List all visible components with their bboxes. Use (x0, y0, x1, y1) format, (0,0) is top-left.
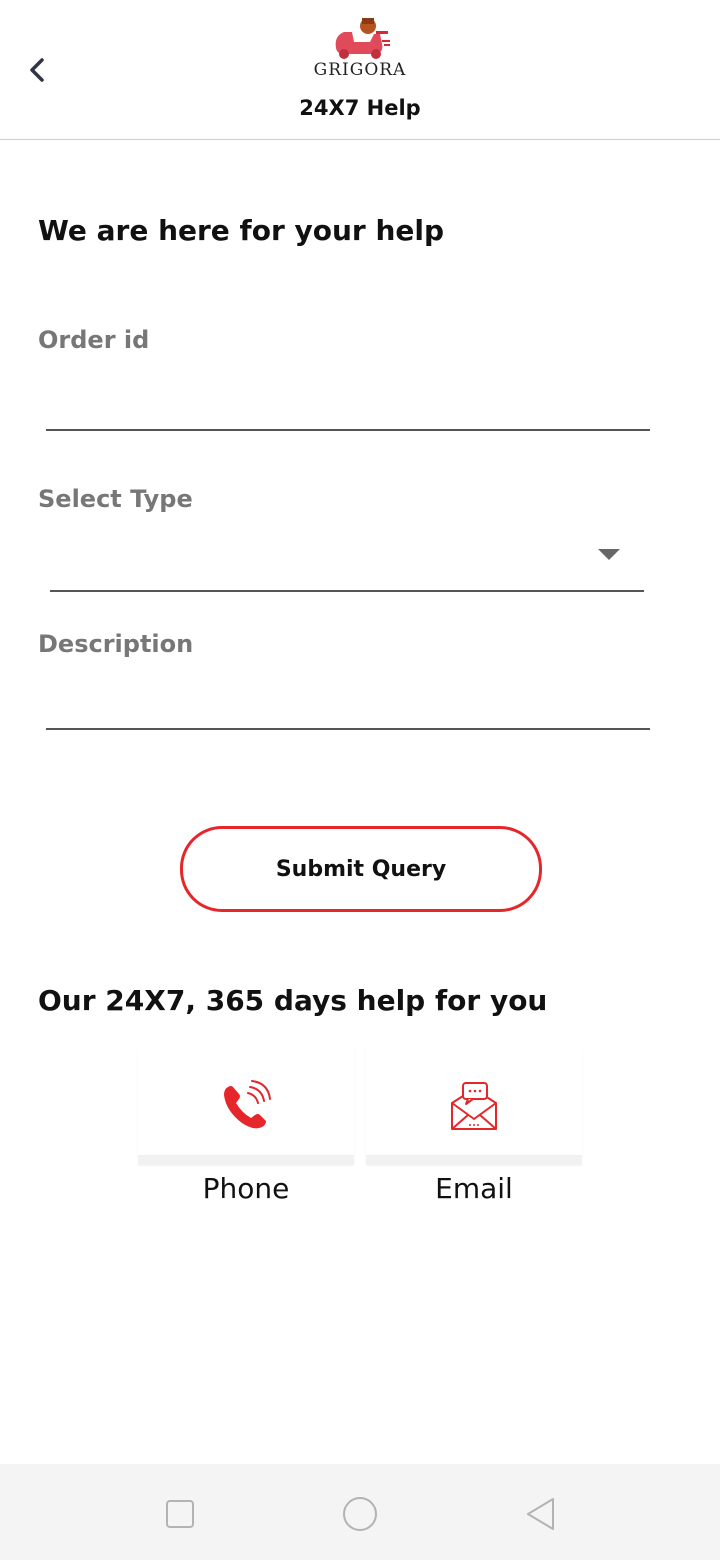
help-heading: Our 24X7, 365 days help for you (38, 984, 548, 1017)
email-icon (451, 1082, 497, 1130)
order-id-label: Order id (38, 326, 150, 354)
select-type-label: Select Type (38, 485, 193, 513)
back-triangle-icon (527, 1498, 554, 1530)
email-card[interactable] (366, 1047, 582, 1165)
home-icon (343, 1497, 377, 1531)
recent-apps-button[interactable] (157, 1491, 203, 1537)
description-underline (46, 728, 650, 730)
phone-label: Phone (202, 1172, 290, 1205)
app-header: GRIGORA 24X7 Help (0, 0, 720, 140)
order-id-input[interactable] (46, 382, 654, 428)
order-id-underline (46, 429, 650, 431)
description-input[interactable] (46, 682, 654, 726)
phone-icon (224, 1080, 271, 1129)
caret-down-icon[interactable] (598, 549, 620, 560)
chevron-left-icon (30, 58, 44, 82)
form-heading: We are here for your help (38, 214, 445, 247)
system-nav-bar (0, 1464, 720, 1560)
email-card-strip (366, 1155, 582, 1165)
home-button[interactable] (337, 1491, 383, 1537)
phone-card[interactable] (138, 1047, 354, 1165)
scooter-logo-icon (335, 18, 390, 59)
submit-query-label: Submit Query (275, 856, 447, 882)
select-type-dropdown[interactable] (50, 534, 644, 588)
recent-apps-icon (166, 1500, 194, 1528)
page-title: 24X7 Help (299, 96, 421, 120)
back-button[interactable] (18, 50, 58, 90)
grigora-logo: GRIGORA (310, 14, 410, 84)
submit-query-button[interactable]: Submit Query (180, 826, 542, 912)
description-label: Description (38, 630, 194, 658)
select-type-underline (50, 590, 644, 592)
logo-text: GRIGORA (313, 60, 407, 80)
email-label: Email (435, 1172, 513, 1205)
phone-card-strip (138, 1155, 354, 1165)
back-nav-button[interactable] (517, 1491, 563, 1537)
